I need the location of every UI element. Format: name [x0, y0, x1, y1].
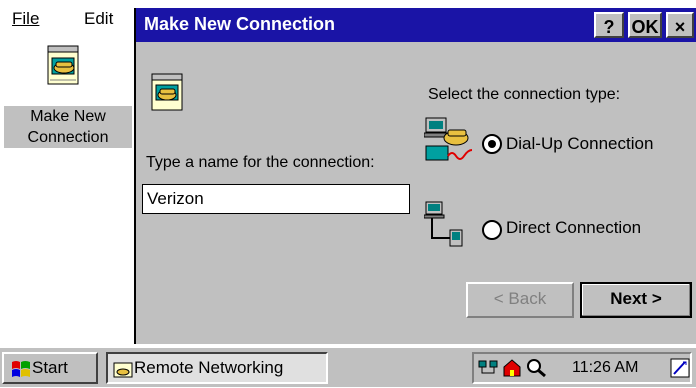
menu-file-label: File [12, 9, 40, 28]
dialup-label[interactable]: Dial-Up Connection [506, 134, 653, 154]
search-magnifier-icon[interactable] [526, 358, 548, 383]
remote-networking-icon [112, 360, 134, 378]
system-tray: 11:26 AM [472, 352, 692, 384]
make-new-connection-dialog: Make New Connection ? OK × Type a name f… [134, 8, 696, 344]
direct-label[interactable]: Direct Connection [506, 218, 641, 238]
input-panel-icon[interactable] [670, 358, 690, 383]
connection-wizard-icon [148, 72, 188, 112]
menu-edit[interactable]: Edit [84, 9, 113, 29]
task-label: Remote Networking [134, 358, 284, 377]
start-label: Start [32, 358, 68, 377]
direct-radio[interactable] [482, 220, 502, 240]
ok-button[interactable]: OK [628, 12, 662, 38]
direct-connection-icon [423, 200, 474, 250]
dialog-title: Make New Connection [144, 14, 336, 34]
taskbar: Start Remote Networking 11:26 AM [0, 346, 696, 387]
dialup-icon [423, 116, 474, 168]
make-new-connection-icon[interactable] [42, 44, 86, 88]
connection-name-label: Type a name for the connection: [146, 154, 375, 171]
start-button[interactable]: Start [2, 352, 98, 384]
connection-type-label: Select the connection type: [428, 86, 621, 103]
menu-edit-label: Edit [84, 9, 114, 28]
windows-logo-icon [10, 359, 32, 379]
desktop-item-label[interactable]: Make New Connection [4, 106, 132, 148]
close-button[interactable]: × [666, 12, 694, 38]
back-button[interactable]: < Back [466, 282, 574, 318]
dialup-radio-dot [488, 140, 496, 148]
dialup-radio-circle[interactable] [482, 134, 502, 154]
desktop-label-line1: Make New [30, 108, 106, 125]
help-button[interactable]: ? [594, 12, 624, 38]
direct-radio-circle[interactable] [482, 220, 502, 240]
menu-file[interactable]: File [12, 9, 39, 29]
network-status-icon[interactable] [478, 359, 498, 382]
task-remote-networking[interactable]: Remote Networking [106, 352, 328, 384]
dialup-radio[interactable] [482, 134, 502, 154]
desktop-label-line2: Connection [27, 129, 109, 146]
home-icon[interactable] [502, 358, 522, 383]
dialog-title-bar: Make New Connection ? OK × [136, 8, 696, 42]
connection-name-input[interactable] [142, 184, 410, 214]
next-button[interactable]: Next > [580, 282, 692, 318]
menu-bar: File Edit [0, 0, 136, 34]
clock[interactable]: 11:26 AM [572, 359, 638, 377]
